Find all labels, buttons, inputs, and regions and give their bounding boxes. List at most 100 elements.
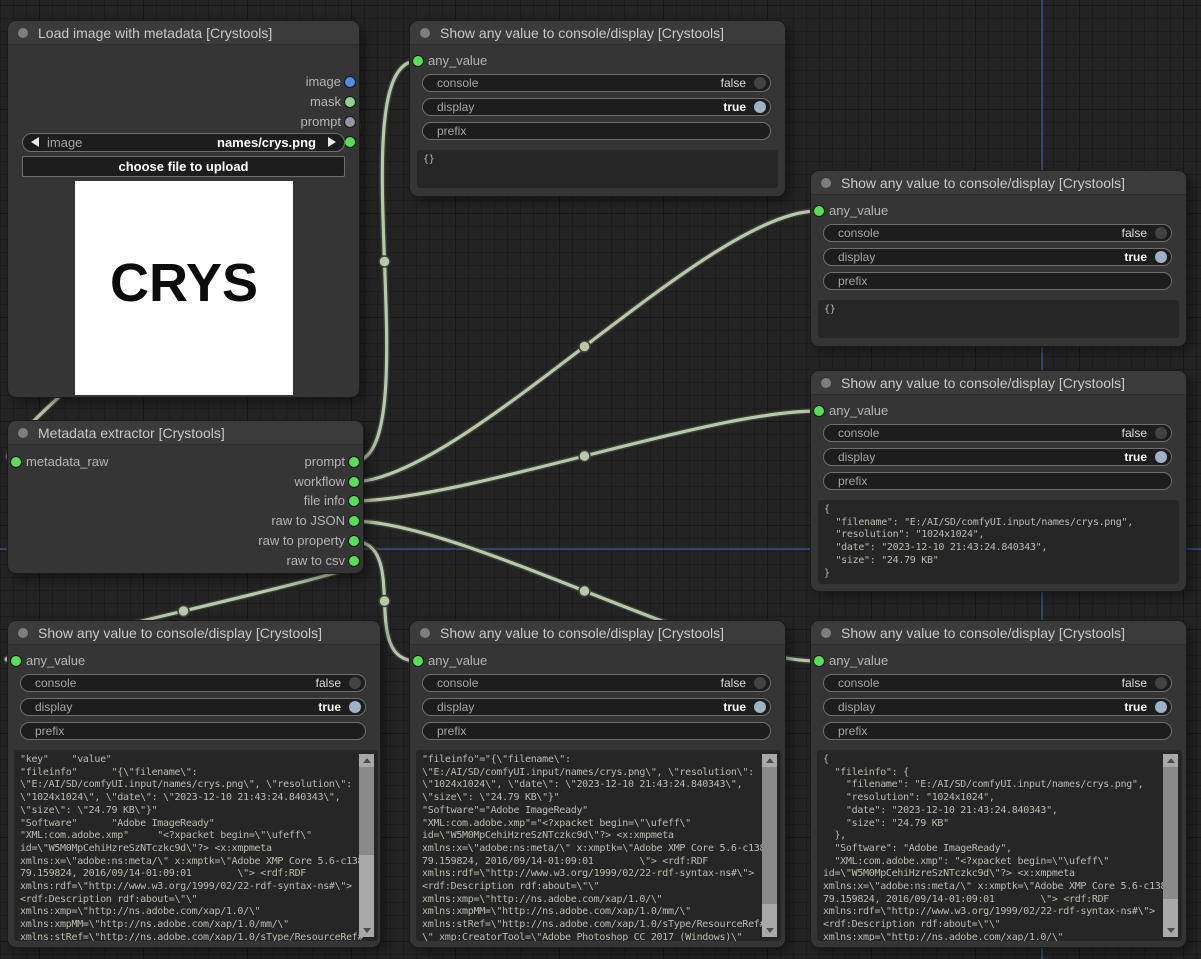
display-toggle[interactable] [1155, 701, 1167, 713]
scrollbar-thumb[interactable] [1163, 767, 1178, 899]
collapse-dot-icon[interactable] [420, 628, 430, 638]
display-widget[interactable]: display true [823, 698, 1172, 716]
collapse-dot-icon[interactable] [821, 178, 831, 188]
node-show-any-value-bottom-right[interactable]: Show any value to console/display [Cryst… [811, 621, 1186, 947]
collapse-dot-icon[interactable] [18, 628, 28, 638]
display-widget[interactable]: display true [20, 698, 366, 716]
scrollbar-thumb[interactable] [359, 767, 374, 855]
collapse-dot-icon[interactable] [821, 378, 831, 388]
choose-file-button[interactable]: choose file to upload [22, 156, 345, 177]
scrollbar[interactable] [762, 754, 777, 937]
node-header[interactable]: Load image with metadata [Crystools] [8, 21, 359, 45]
console-toggle[interactable] [1155, 227, 1167, 239]
widget-label: console [437, 675, 478, 691]
display-widget[interactable]: display true [823, 248, 1172, 266]
scrollbar-thumb[interactable] [762, 767, 777, 904]
console-output-box[interactable]: {} [818, 300, 1179, 338]
console-toggle[interactable] [1155, 677, 1167, 689]
console-widget[interactable]: console false [20, 674, 366, 692]
node-load-image-with-metadata[interactable]: Load image with metadata [Crystools] ima… [8, 21, 359, 397]
output-dot-raw-to-csv[interactable] [349, 556, 359, 566]
prefix-widget[interactable]: prefix [823, 722, 1172, 740]
prefix-widget[interactable]: prefix [823, 272, 1172, 290]
console-output-box[interactable]: {} [417, 150, 778, 188]
console-toggle[interactable] [1155, 427, 1167, 439]
display-toggle[interactable] [754, 701, 766, 713]
image-combo-widget[interactable]: image names/crys.png [22, 133, 345, 152]
console-widget[interactable]: console false [823, 224, 1172, 242]
node-header[interactable]: Show any value to console/display [Cryst… [811, 621, 1186, 645]
prefix-widget[interactable]: prefix [823, 472, 1172, 490]
console-toggle[interactable] [349, 677, 361, 689]
combo-next-icon[interactable] [328, 137, 336, 147]
display-toggle[interactable] [349, 701, 361, 713]
node-show-any-value-right-top[interactable]: Show any value to console/display [Cryst… [811, 171, 1186, 346]
input-dot-any-value[interactable] [814, 406, 824, 416]
input-dot-any-value[interactable] [413, 656, 423, 666]
output-dot-prompt[interactable] [345, 117, 355, 127]
node-header[interactable]: Metadata extractor [Crystools] [8, 421, 363, 445]
node-metadata-extractor[interactable]: Metadata extractor [Crystools] metadata_… [8, 421, 363, 573]
console-output-box[interactable]: "fileinfo"="{\"filename\": \"E:/AI/SD/co… [416, 750, 781, 941]
collapse-dot-icon[interactable] [18, 428, 28, 438]
prefix-widget[interactable]: prefix [20, 722, 366, 740]
input-dot-any-value[interactable] [814, 656, 824, 666]
input-dot-any-value[interactable] [814, 206, 824, 216]
console-toggle[interactable] [754, 77, 766, 89]
node-header[interactable]: Show any value to console/display [Cryst… [410, 621, 785, 645]
display-toggle[interactable] [1155, 251, 1167, 263]
output-dot-workflow[interactable] [349, 477, 359, 487]
scroll-up-icon[interactable] [1163, 754, 1178, 767]
output-dot-mask[interactable] [345, 97, 355, 107]
output-dot-image[interactable] [345, 77, 355, 87]
widget-value: true [723, 99, 746, 115]
console-widget[interactable]: console false [823, 424, 1172, 442]
scroll-down-icon[interactable] [1163, 924, 1178, 937]
widget-value: true [1124, 449, 1147, 465]
output-dot-raw-to-property[interactable] [349, 536, 359, 546]
input-dot-any-value[interactable] [11, 656, 21, 666]
collapse-dot-icon[interactable] [420, 28, 430, 38]
console-output-box[interactable]: { "fileinfo": { "filename": "E:/AI/SD/co… [817, 750, 1182, 941]
console-output-box[interactable]: { "filename": "E:/AI/SD/comfyUI.input/na… [818, 500, 1179, 584]
scroll-down-icon[interactable] [762, 924, 777, 937]
output-dot-metadata-raw[interactable] [345, 137, 355, 147]
node-show-any-value-right-mid[interactable]: Show any value to console/display [Cryst… [811, 371, 1186, 591]
collapse-dot-icon[interactable] [18, 28, 28, 38]
node-show-any-value-bottom-left[interactable]: Show any value to console/display [Cryst… [8, 621, 380, 947]
node-header[interactable]: Show any value to console/display [Cryst… [811, 171, 1186, 195]
output-dot-prompt[interactable] [349, 457, 359, 467]
console-widget[interactable]: console false [422, 674, 771, 692]
scrollbar[interactable] [1163, 754, 1178, 937]
output-dot-file-info[interactable] [349, 496, 359, 506]
combo-prev-icon[interactable] [31, 137, 39, 147]
display-widget[interactable]: display true [422, 698, 771, 716]
prefix-widget[interactable]: prefix [422, 122, 771, 140]
prefix-widget[interactable]: prefix [422, 722, 771, 740]
node-show-any-value-bottom-mid[interactable]: Show any value to console/display [Cryst… [410, 621, 785, 947]
display-widget[interactable]: display true [823, 448, 1172, 466]
output-slot-workflow: workflow [8, 472, 363, 492]
console-toggle[interactable] [754, 677, 766, 689]
widget-label: prefix [838, 273, 867, 289]
display-toggle[interactable] [754, 101, 766, 113]
scrollbar[interactable] [359, 754, 374, 937]
node-title: Load image with metadata [Crystools] [38, 21, 353, 45]
console-widget[interactable]: console false [823, 674, 1172, 692]
node-graph-canvas[interactable]: Load image with metadata [Crystools] ima… [0, 0, 1201, 959]
node-show-any-value-top[interactable]: Show any value to console/display [Cryst… [410, 21, 785, 196]
display-widget[interactable]: display true [422, 98, 771, 116]
node-header[interactable]: Show any value to console/display [Cryst… [410, 21, 785, 45]
console-output-box[interactable]: "key" "value" "fileinfo" "{\"filename\":… [14, 750, 378, 941]
node-header[interactable]: Show any value to console/display [Cryst… [8, 621, 380, 645]
collapse-dot-icon[interactable] [821, 628, 831, 638]
scroll-up-icon[interactable] [762, 754, 777, 767]
scroll-up-icon[interactable] [359, 754, 374, 767]
console-widget[interactable]: console false [422, 74, 771, 92]
node-header[interactable]: Show any value to console/display [Cryst… [811, 371, 1186, 395]
output-slot-mask: mask [8, 92, 359, 112]
output-dot-raw-to-json[interactable] [349, 516, 359, 526]
input-dot-any-value[interactable] [413, 56, 423, 66]
display-toggle[interactable] [1155, 451, 1167, 463]
scroll-down-icon[interactable] [359, 924, 374, 937]
